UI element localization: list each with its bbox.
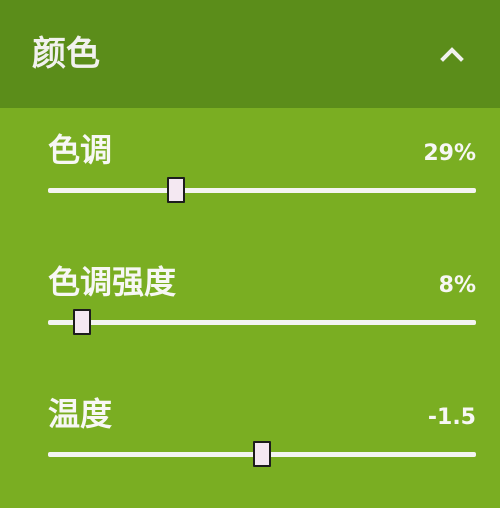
chevron-up-icon[interactable] [438, 42, 466, 66]
tint-value: 8% [438, 273, 476, 298]
temperature-slider-group: 温度 -1.5 [0, 394, 500, 474]
temperature-label: 温度 [48, 395, 113, 433]
temperature-slider-thumb[interactable] [253, 441, 271, 467]
tint-slider-track[interactable] [48, 309, 476, 335]
temperature-value: -1.5 [427, 405, 476, 430]
tint-label: 色调强度 [48, 263, 177, 301]
hue-slider-track[interactable] [48, 177, 476, 203]
hue-slider-group: 色调 29% [0, 130, 500, 210]
tint-slider-group: 色调强度 8% [0, 262, 500, 342]
color-settings-panel: 颜色 色调 29% 色调强度 8% 温度 -1.5 [0, 0, 500, 508]
color-section-header[interactable]: 颜色 [0, 0, 500, 108]
hue-slider-thumb[interactable] [167, 177, 186, 203]
section-title: 颜色 [32, 34, 100, 74]
hue-label: 色调 [48, 131, 113, 169]
tint-slider-thumb[interactable] [73, 309, 92, 335]
temperature-slider-track[interactable] [48, 441, 476, 467]
hue-value: 29% [423, 141, 476, 166]
